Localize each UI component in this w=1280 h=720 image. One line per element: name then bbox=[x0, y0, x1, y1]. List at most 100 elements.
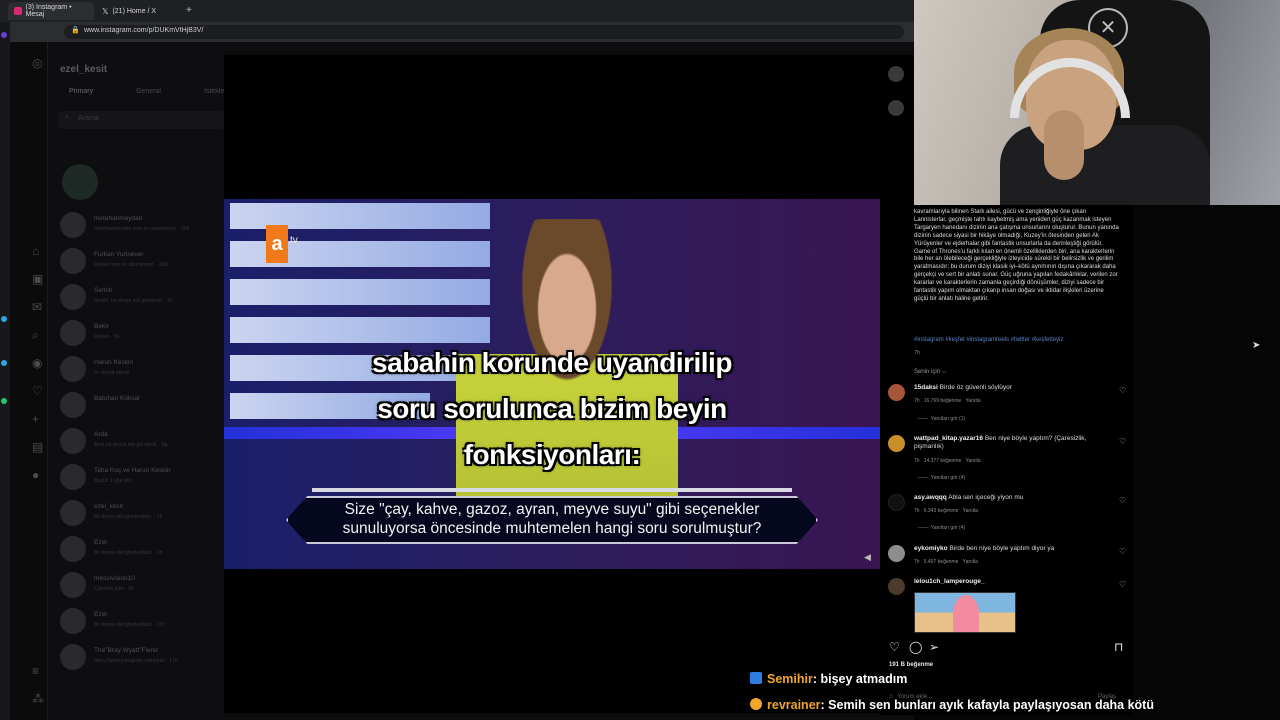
avatar bbox=[60, 392, 86, 418]
conversation-item[interactable]: The"Bray Wyatt"Fiend https://www.instagra… bbox=[60, 644, 228, 674]
comment-likes[interactable]: 16.769 beğenme bbox=[924, 398, 962, 404]
url-field[interactable]: 🔒 www.instagram.com/p/DUKmVtHjB3V/ bbox=[64, 25, 904, 39]
comment-username[interactable]: 15daksi bbox=[914, 384, 938, 391]
avatar[interactable] bbox=[888, 494, 905, 511]
comment-body: Birde öz güvenli söylüyor bbox=[939, 384, 1012, 391]
heart-icon[interactable]: ♡ bbox=[1119, 580, 1126, 589]
create-icon[interactable]: + bbox=[32, 412, 39, 426]
avatar[interactable] bbox=[888, 545, 905, 562]
dashboard-icon[interactable]: ▤ bbox=[32, 440, 43, 454]
tab-requests[interactable]: İstekle bbox=[204, 88, 224, 95]
conversation-item[interactable]: Batuhan Köksal bbox=[60, 392, 228, 422]
messages-icon[interactable]: ✉ bbox=[32, 300, 42, 314]
heart-icon[interactable]: ♡ bbox=[32, 384, 43, 398]
search-icon[interactable]: ⌕ bbox=[32, 328, 39, 343]
like-icon[interactable]: ♡ bbox=[889, 640, 900, 654]
conversation-name: Furkan Yurtsever bbox=[94, 251, 144, 258]
empty-page-area bbox=[1133, 205, 1280, 720]
reply-button[interactable]: Yanıtla bbox=[963, 559, 978, 565]
comment-likes[interactable]: 5.497 beğenme bbox=[924, 559, 959, 565]
menu-icon[interactable]: ≡ bbox=[32, 664, 39, 678]
comment-username[interactable]: eykomiyko bbox=[914, 545, 948, 552]
chat-username: Semihir bbox=[767, 672, 813, 686]
post-time: 7h bbox=[914, 350, 921, 356]
avatar bbox=[60, 212, 86, 238]
profile-icon[interactable]: ● bbox=[32, 468, 39, 482]
post-hashtags[interactable]: #instagram #keşfet #instagramreels #twit… bbox=[914, 337, 1119, 343]
comment-username[interactable]: wattpad_kitap.yazar16 bbox=[914, 435, 983, 442]
conversation-item[interactable]: messivision10 Cami'nin bize · 3h bbox=[60, 572, 228, 602]
dock-app-icon[interactable] bbox=[1, 316, 7, 322]
conversation-item[interactable]: Taha Koç ve Harun Keskin Bugün 1 öğe ekli bbox=[60, 464, 228, 494]
home-icon[interactable]: ⌂ bbox=[32, 244, 39, 258]
comment-meta: 7h 6.343 beğenme Yanıtla bbox=[914, 508, 978, 514]
view-replies-button[interactable]: —— Yanıtları gör (1) bbox=[918, 416, 965, 422]
conversation-item[interactable]: Arda Arda bir dosya ekli gönderdi. · 6g bbox=[60, 428, 228, 458]
instagram-nav-rail: ◎ ⌂ ▣ ✉ ⌕ ◉ ♡ + ▤ ● ≡ ⁂ bbox=[10, 42, 48, 720]
avatar bbox=[60, 284, 86, 310]
tab-general[interactable]: General bbox=[136, 88, 161, 95]
comment-likes[interactable]: 6.343 beğenme bbox=[924, 508, 959, 514]
conversation-item[interactable]: Furkan Yurtsever Furkan sent an attachmen… bbox=[60, 248, 228, 278]
avatar bbox=[60, 536, 86, 562]
heart-icon[interactable]: ♡ bbox=[1119, 547, 1126, 556]
avatar[interactable] bbox=[888, 578, 905, 595]
conversation-name: Ezel bbox=[94, 539, 107, 546]
dock-app-icon[interactable] bbox=[1, 32, 7, 38]
dock-app-icon[interactable] bbox=[1, 360, 7, 366]
comment-username[interactable]: lelou1ch_lamperouge_ bbox=[914, 578, 984, 585]
tab-primary[interactable]: Primary bbox=[69, 88, 93, 95]
post-likes-count[interactable]: 191 B beğenme bbox=[889, 662, 933, 668]
conversation-item[interactable]: Harun Keskin 3+ dosya ekledi bbox=[60, 356, 228, 386]
dm-search-input[interactable]: ⌕ Arama bbox=[58, 111, 228, 129]
view-replies-button[interactable]: —— Yanıtları gör (4) bbox=[918, 525, 965, 531]
tab-instagram[interactable]: (3) Instagram • Mesaj bbox=[8, 2, 94, 20]
tab-x-home[interactable]: 𝕏 (21) Home / X bbox=[96, 2, 182, 20]
avatar[interactable] bbox=[888, 66, 904, 82]
heart-icon[interactable]: ♡ bbox=[1119, 386, 1126, 395]
avatar[interactable] bbox=[888, 384, 905, 401]
reels-icon[interactable]: ▣ bbox=[32, 272, 43, 286]
comment-sort-dropdown[interactable]: Senin için ⌵ bbox=[914, 369, 946, 376]
explore-icon[interactable]: ◉ bbox=[32, 356, 42, 370]
question-line: Size "çay, kahve, gazoz, ayran, meyve su… bbox=[344, 501, 760, 518]
heart-icon[interactable]: ♡ bbox=[1119, 437, 1126, 446]
dock-app-icon[interactable] bbox=[1, 398, 7, 404]
conversation-item[interactable]: Ezel Bir dosya ekli gönderdiniz. · 1h bbox=[60, 536, 228, 566]
chat-message: revrainer: Semih sen bunları ayık kafayl… bbox=[750, 698, 1154, 712]
heart-icon[interactable]: ♡ bbox=[1119, 496, 1126, 505]
comment-likes[interactable]: 14.377 beğenme bbox=[924, 458, 962, 464]
conversation-item[interactable]: Ezel Bir dosya ekli gönderdiniz. · 17h bbox=[60, 608, 228, 638]
comment-username[interactable]: asy.awqqq bbox=[914, 494, 947, 501]
view-replies-label: Yanıtları gör (4) bbox=[930, 475, 966, 481]
search-icon: ⌕ bbox=[65, 114, 69, 121]
avatar[interactable] bbox=[888, 100, 904, 116]
comment-text: lelou1ch_lamperouge_ bbox=[914, 578, 1104, 586]
conversation-item[interactable]: ezel_kesit Bir dosya ekli gönderdiniz. · … bbox=[60, 500, 228, 530]
note-avatar[interactable] bbox=[62, 164, 98, 200]
conversation-name: Ezel bbox=[94, 611, 107, 618]
conversation-name: metehanmeydan bbox=[94, 215, 143, 222]
reply-button[interactable]: Yanıtla bbox=[965, 398, 980, 404]
conversation-item[interactable]: Semih Semih: bir dosya ekli gönderdi. · 1… bbox=[60, 284, 228, 314]
bookmark-icon[interactable]: ⊓ bbox=[1114, 640, 1123, 654]
new-tab-button[interactable]: + bbox=[186, 5, 192, 16]
conversation-preview: Bugün 1 öğe ekli bbox=[94, 478, 132, 484]
apps-icon[interactable]: ⁂ bbox=[32, 692, 44, 706]
dm-username[interactable]: ezel_kesit bbox=[60, 64, 107, 75]
reply-button[interactable]: Yanıtla bbox=[965, 458, 980, 464]
conversation-item[interactable]: Bekir Furkan · 5h bbox=[60, 320, 228, 350]
reply-button[interactable]: Yanıtla bbox=[963, 508, 978, 514]
view-replies-button[interactable]: —— Yanıtları gör (4) bbox=[918, 475, 965, 481]
comment-gif[interactable] bbox=[914, 592, 1016, 633]
conversation-name: Harun Keskin bbox=[94, 359, 134, 366]
comment-icon[interactable]: ◯ bbox=[909, 640, 922, 654]
share-icon[interactable]: ➢ bbox=[929, 640, 939, 654]
avatar bbox=[60, 356, 86, 382]
conversation-item[interactable]: metehanmeydan metehanmeydan sent an attac… bbox=[60, 212, 228, 242]
avatar bbox=[60, 644, 86, 670]
mute-icon[interactable]: ◀ bbox=[864, 552, 871, 563]
avatar[interactable] bbox=[888, 435, 905, 452]
gif-character bbox=[953, 595, 979, 632]
instagram-icon[interactable]: ◎ bbox=[32, 56, 42, 70]
